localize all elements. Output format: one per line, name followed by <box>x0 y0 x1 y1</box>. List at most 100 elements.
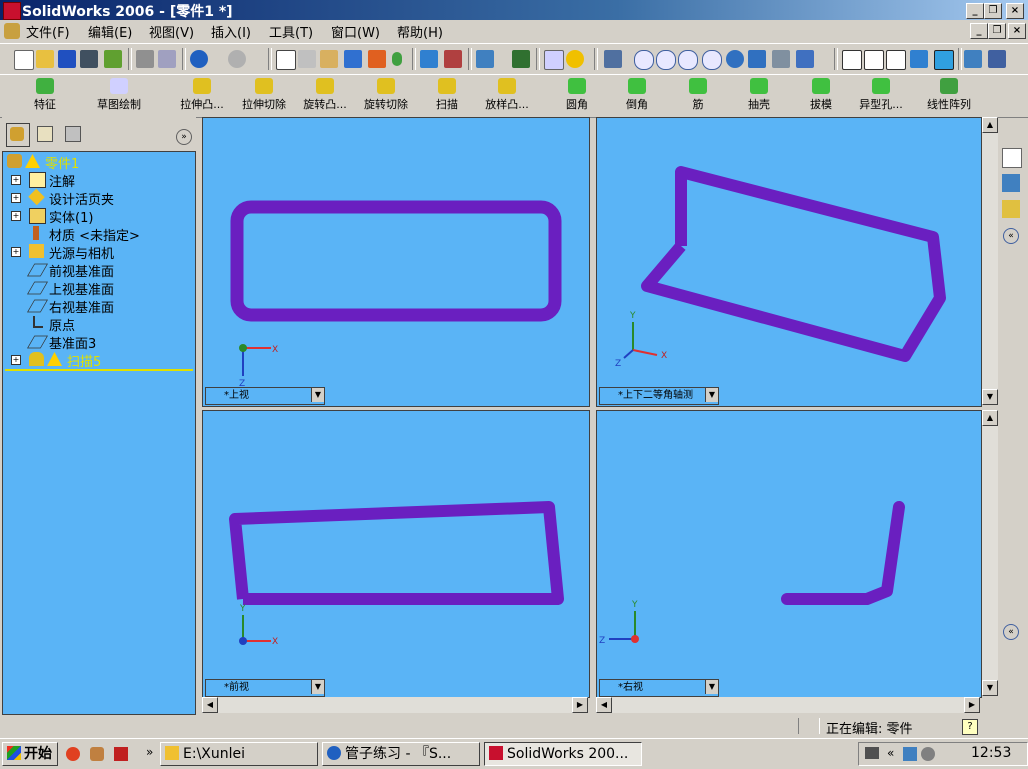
expand-icon[interactable]: + <box>11 193 21 203</box>
search-icon[interactable] <box>1002 200 1020 218</box>
select-icon[interactable] <box>276 50 296 70</box>
print-preview-icon[interactable] <box>158 50 176 68</box>
revolved-cut-button[interactable]: 旋转切除 <box>360 78 412 112</box>
extruded-boss-button[interactable]: 拉伸凸... <box>176 78 228 112</box>
view-settings-icon[interactable] <box>964 50 982 68</box>
copy-icon[interactable] <box>298 50 316 68</box>
brick-icon[interactable] <box>444 50 462 68</box>
scroll-right-icon[interactable]: ▶ <box>964 697 980 713</box>
rib-button[interactable]: 筋 <box>688 78 708 112</box>
roll-view-icon[interactable] <box>772 50 790 68</box>
options-icon[interactable] <box>80 50 98 68</box>
restore-button[interactable]: ❐ <box>984 3 1002 19</box>
redo-icon[interactable] <box>228 50 246 68</box>
loft-button[interactable]: 放样凸... <box>481 78 533 112</box>
minimize-button[interactable]: _ <box>966 3 984 19</box>
shaded-with-edges-icon[interactable] <box>910 50 928 68</box>
feature-tree-tab[interactable] <box>6 123 30 147</box>
scroll-left-icon[interactable]: ◀ <box>202 697 218 713</box>
viewport-isometric-scrollbar[interactable]: ▲ ▼ <box>982 117 998 405</box>
collapse-left-icon[interactable]: « <box>1003 228 1019 244</box>
paste-icon[interactable] <box>320 50 338 68</box>
linear-pattern-button[interactable]: 线性阵列 <box>923 78 975 112</box>
layer-icon[interactable] <box>476 50 494 68</box>
traffic-light-icon[interactable] <box>392 52 402 66</box>
view-orientation-icon[interactable] <box>604 50 622 68</box>
collapse-left-icon-2[interactable]: « <box>1003 624 1019 640</box>
tray-expand-icon[interactable]: « <box>887 746 894 760</box>
help-icon[interactable]: ? <box>962 719 978 735</box>
quicklaunch-icon-2[interactable] <box>90 747 104 761</box>
quicklaunch-icon-3[interactable] <box>114 747 128 761</box>
hole-wizard-button[interactable]: 异型孔... <box>855 78 907 112</box>
doc-close-button[interactable]: × <box>1008 23 1026 39</box>
keyboard-icon[interactable] <box>865 747 879 759</box>
print-icon[interactable] <box>136 50 154 68</box>
expand-icon[interactable]: + <box>11 247 21 257</box>
viewport-right-scrollbar[interactable]: ▲ ▼ <box>982 410 998 696</box>
help-icon[interactable] <box>566 50 584 68</box>
view-label-front[interactable]: *前视 ▼ <box>205 679 325 697</box>
network-icon[interactable] <box>903 747 917 761</box>
viewport-top[interactable]: X Z *上视 ▼ <box>202 117 590 407</box>
task-explorer[interactable]: E:\Xunlei <box>160 742 318 766</box>
open-icon[interactable] <box>36 50 54 68</box>
shaded-icon[interactable] <box>934 50 954 70</box>
task-solidworks[interactable]: SolidWorks 200... <box>484 742 642 766</box>
scroll-up-icon[interactable]: ▲ <box>982 410 998 426</box>
new-icon[interactable] <box>14 50 34 70</box>
zoom-area-icon[interactable] <box>656 50 676 70</box>
sweep-button[interactable]: 扫描 <box>432 78 462 112</box>
close-button[interactable]: × <box>1006 3 1024 19</box>
quicklaunch-more-icon[interactable]: » <box>146 745 153 759</box>
property-manager-tab[interactable] <box>34 123 56 145</box>
doc-restore-button[interactable]: ❐ <box>988 23 1006 39</box>
wireframe-icon[interactable] <box>842 50 862 70</box>
rollback-bar[interactable] <box>5 369 193 371</box>
hidden-lines-visible-icon[interactable] <box>864 50 884 70</box>
view-label-top[interactable]: *上视 ▼ <box>205 387 325 405</box>
solidworks-logo-icon[interactable] <box>3 2 21 20</box>
undo-icon[interactable] <box>190 50 208 68</box>
zoom-in-out-icon[interactable] <box>678 50 698 70</box>
rebuild-icon[interactable] <box>104 50 122 68</box>
view-label-isometric[interactable]: *上下二等角轴测 ▼ <box>599 387 719 405</box>
feature-tab-button[interactable]: 特征 <box>28 78 62 112</box>
volume-icon[interactable] <box>921 747 935 761</box>
scroll-left-icon[interactable]: ◀ <box>596 697 612 713</box>
scroll-down-icon[interactable]: ▼ <box>982 680 998 696</box>
menu-view[interactable]: 视图(V) <box>149 22 194 41</box>
revolved-boss-button[interactable]: 旋转凸... <box>299 78 351 112</box>
viewport-isometric[interactable]: Y X Z *上下二等角轴测 ▼ <box>596 117 982 407</box>
standard-views-icon[interactable] <box>796 50 814 68</box>
expand-panel-icon[interactable]: » <box>176 129 192 145</box>
zoom-to-fit-icon[interactable] <box>634 50 654 70</box>
scroll-right-icon[interactable]: ▶ <box>572 697 588 713</box>
chamfer-button[interactable]: 倒角 <box>622 78 652 112</box>
menu-tools[interactable]: 工具(T) <box>269 22 313 41</box>
component-icon[interactable] <box>512 50 530 68</box>
sketch-icon[interactable] <box>368 50 386 68</box>
expand-icon[interactable]: + <box>11 211 21 221</box>
expand-icon[interactable]: + <box>11 355 21 365</box>
viewport-front-hscrollbar[interactable]: ◀ ▶ <box>202 697 588 713</box>
pan-icon[interactable] <box>748 50 766 68</box>
menu-file[interactable]: 文件(F) <box>26 22 70 41</box>
properties-icon[interactable] <box>544 50 564 70</box>
task-browser[interactable]: 管子练习 - 『S... <box>322 742 480 766</box>
expand-icon[interactable]: + <box>11 175 21 185</box>
smart-dimension-icon[interactable] <box>344 50 362 68</box>
menu-edit[interactable]: 编辑(E) <box>88 22 132 41</box>
viewport-front[interactable]: Y X *前视 ▼ <box>202 410 590 698</box>
viewport-right-hscrollbar[interactable]: ◀ ▶ <box>596 697 980 713</box>
library-icon[interactable] <box>1002 174 1020 192</box>
home-icon[interactable] <box>1002 148 1022 168</box>
viewport-right[interactable]: Y Z *右视 ▼ <box>596 410 982 698</box>
document-icon[interactable] <box>4 23 20 39</box>
hidden-lines-removed-icon[interactable] <box>886 50 906 70</box>
quicklaunch-icon-1[interactable] <box>66 747 80 761</box>
scroll-down-icon[interactable]: ▼ <box>982 389 998 405</box>
section-view-icon[interactable] <box>988 50 1006 68</box>
menu-insert[interactable]: 插入(I) <box>211 22 251 41</box>
menu-help[interactable]: 帮助(H) <box>397 22 443 41</box>
